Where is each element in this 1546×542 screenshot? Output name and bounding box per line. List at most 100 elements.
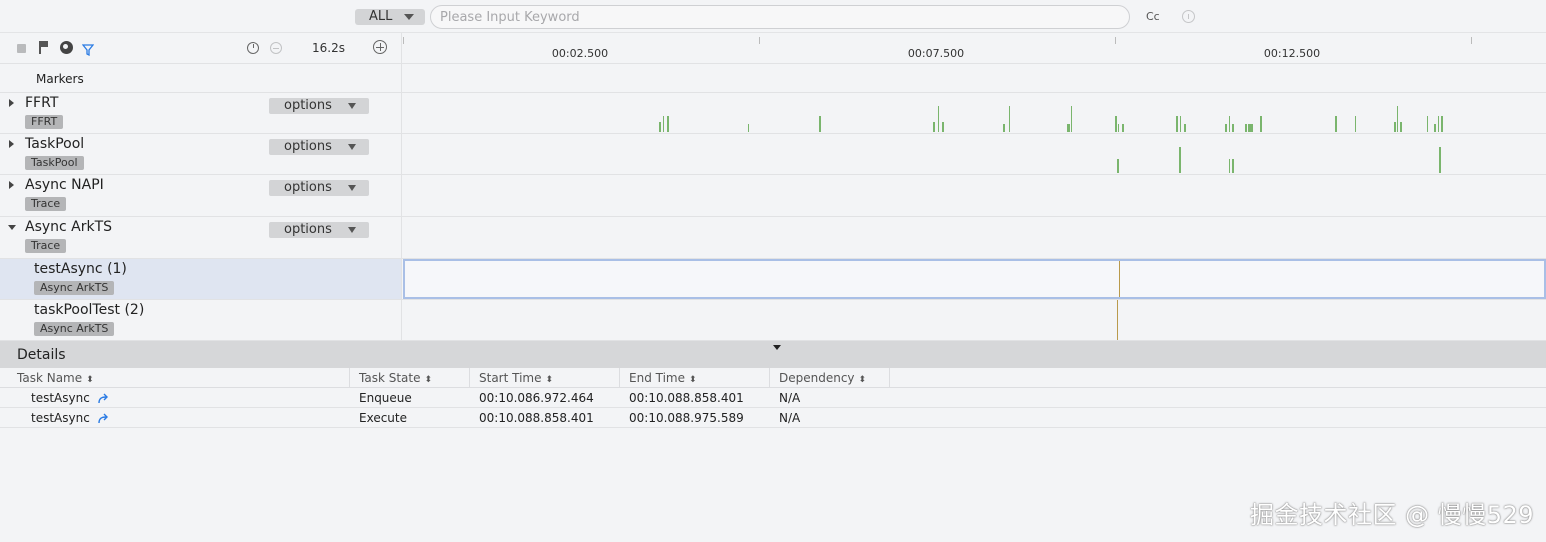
zoom-in-icon[interactable] <box>373 40 387 54</box>
activity-bar[interactable] <box>1184 124 1186 132</box>
activity-bar[interactable] <box>1439 147 1441 173</box>
group-name[interactable]: Async ArkTS <box>25 219 112 235</box>
scope-dropdown[interactable]: ALL <box>355 9 425 25</box>
activity-bar[interactable] <box>938 106 939 132</box>
taskpool-test-track[interactable] <box>403 300 1546 340</box>
activity-bar[interactable] <box>942 122 944 132</box>
subrow-tag: Async ArkTS <box>34 281 115 295</box>
group-name[interactable]: TaskPool <box>25 136 84 152</box>
activity-bar[interactable] <box>1232 124 1234 132</box>
jump-link-icon[interactable] <box>96 391 110 405</box>
activity-bar[interactable] <box>663 116 664 132</box>
ruler-tick-label: 00:07.500 <box>907 47 965 60</box>
async-event-marker[interactable] <box>1119 261 1120 297</box>
activity-bar[interactable] <box>1232 159 1234 173</box>
filter-icon[interactable] <box>81 41 95 57</box>
activity-bar[interactable] <box>1394 122 1396 132</box>
subrow-test-async[interactable]: testAsync (1) Async ArkTS <box>0 259 1546 300</box>
stop-square-icon[interactable] <box>17 44 26 53</box>
column-header-dependency[interactable]: Dependency ⬍ <box>771 368 890 388</box>
column-header-task-name[interactable]: Task Name ⬍ <box>9 368 350 388</box>
activity-bar[interactable] <box>1229 116 1230 132</box>
expand-arrow-icon[interactable] <box>9 99 14 107</box>
activity-bar[interactable] <box>1009 106 1010 132</box>
activity-bar[interactable] <box>1117 159 1119 173</box>
info-icon[interactable] <box>1182 10 1195 23</box>
options-dropdown[interactable]: options <box>269 222 369 238</box>
cell-start-time: 00:10.088.858.401 <box>479 411 594 425</box>
ffrt-track[interactable] <box>403 93 1546 133</box>
cell-start-time: 00:10.086.972.464 <box>479 391 594 405</box>
details-header[interactable]: Details <box>0 341 1546 368</box>
options-dropdown[interactable]: options <box>269 139 369 155</box>
activity-bar[interactable] <box>1118 124 1119 132</box>
group-row-ffrt: FFRT FFRT options <box>0 93 1546 134</box>
collapse-arrow-icon[interactable] <box>8 225 16 230</box>
activity-bar[interactable] <box>1441 116 1443 132</box>
activity-bar[interactable] <box>1335 116 1337 132</box>
async-arkts-track[interactable] <box>403 217 1546 258</box>
zoom-out-icon[interactable] <box>270 42 282 54</box>
group-tag: Trace <box>25 197 67 211</box>
table-row[interactable]: testAsync Enqueue 00:10.086.972.464 00:1… <box>0 388 1546 408</box>
options-dropdown[interactable]: options <box>269 180 369 196</box>
options-dropdown[interactable]: options <box>269 98 369 114</box>
activity-bar[interactable] <box>659 122 661 132</box>
taskpool-track[interactable] <box>403 134 1546 174</box>
activity-bar[interactable] <box>1397 106 1398 132</box>
test-async-track[interactable] <box>403 259 1546 299</box>
table-row[interactable]: testAsync Execute 00:10.088.858.401 00:1… <box>0 408 1546 428</box>
activity-bar[interactable] <box>1260 116 1262 132</box>
activity-bar[interactable] <box>748 124 749 132</box>
column-header-start-time[interactable]: Start Time ⬍ <box>471 368 620 388</box>
chevron-down-icon <box>348 103 356 109</box>
collapse-panel-icon[interactable] <box>773 345 781 350</box>
activity-bar[interactable] <box>1400 122 1402 132</box>
activity-bar[interactable] <box>1245 124 1247 132</box>
column-header-end-time[interactable]: End Time ⬍ <box>621 368 770 388</box>
activity-bar[interactable] <box>1067 124 1070 132</box>
activity-bar[interactable] <box>1355 116 1356 132</box>
search-input[interactable] <box>430 5 1130 29</box>
search-bar: ALL Cc <box>0 0 1546 33</box>
time-ruler[interactable]: 00:02.500 00:07.500 00:12.500 <box>403 33 1546 64</box>
activity-bar[interactable] <box>1427 116 1428 132</box>
cell-task-state: Execute <box>359 411 407 425</box>
activity-bar[interactable] <box>1248 124 1253 132</box>
activity-bar[interactable] <box>1176 116 1178 132</box>
subrow-taskpool-test[interactable]: taskPoolTest (2) Async ArkTS <box>0 300 1546 341</box>
activity-bar[interactable] <box>1003 124 1005 132</box>
group-tag: FFRT <box>25 115 64 129</box>
globe-icon[interactable] <box>60 41 73 54</box>
activity-bar[interactable] <box>667 116 669 132</box>
activity-bar[interactable] <box>1180 116 1181 132</box>
activity-bar[interactable] <box>819 116 821 132</box>
activity-bar[interactable] <box>933 122 935 132</box>
flag-icon[interactable] <box>39 41 49 54</box>
activity-bar[interactable] <box>1229 159 1230 173</box>
chevron-down-icon <box>404 14 414 20</box>
activity-bar[interactable] <box>1071 106 1072 132</box>
activity-bar[interactable] <box>1438 116 1439 132</box>
chevron-down-icon <box>348 185 356 191</box>
expand-arrow-icon[interactable] <box>9 181 14 189</box>
column-header-task-state[interactable]: Task State ⬍ <box>351 368 470 388</box>
activity-bar[interactable] <box>1179 147 1181 173</box>
activity-bar[interactable] <box>1225 124 1227 132</box>
group-name[interactable]: Async NAPI <box>25 177 104 193</box>
toolbar-controls: 16.2s <box>0 33 402 64</box>
timer-icon[interactable] <box>247 42 259 54</box>
expand-arrow-icon[interactable] <box>9 140 14 148</box>
trace-viewer: ALL Cc 16.2s 00:02.500 00:07.500 <box>0 0 1546 542</box>
activity-bar[interactable] <box>1115 116 1117 132</box>
case-sensitive-toggle[interactable]: Cc <box>1146 10 1160 23</box>
group-row-async-napi: Async NAPI Trace options <box>0 175 1546 217</box>
timeline-toolbar: 16.2s 00:02.500 00:07.500 00:12.500 <box>0 33 1546 64</box>
markers-track[interactable] <box>403 64 1546 92</box>
activity-bar[interactable] <box>1434 124 1436 132</box>
activity-bar[interactable] <box>1122 124 1124 132</box>
jump-link-icon[interactable] <box>96 411 110 425</box>
async-napi-track[interactable] <box>403 175 1546 216</box>
async-event-marker[interactable] <box>1117 300 1118 340</box>
group-name[interactable]: FFRT <box>25 95 58 111</box>
